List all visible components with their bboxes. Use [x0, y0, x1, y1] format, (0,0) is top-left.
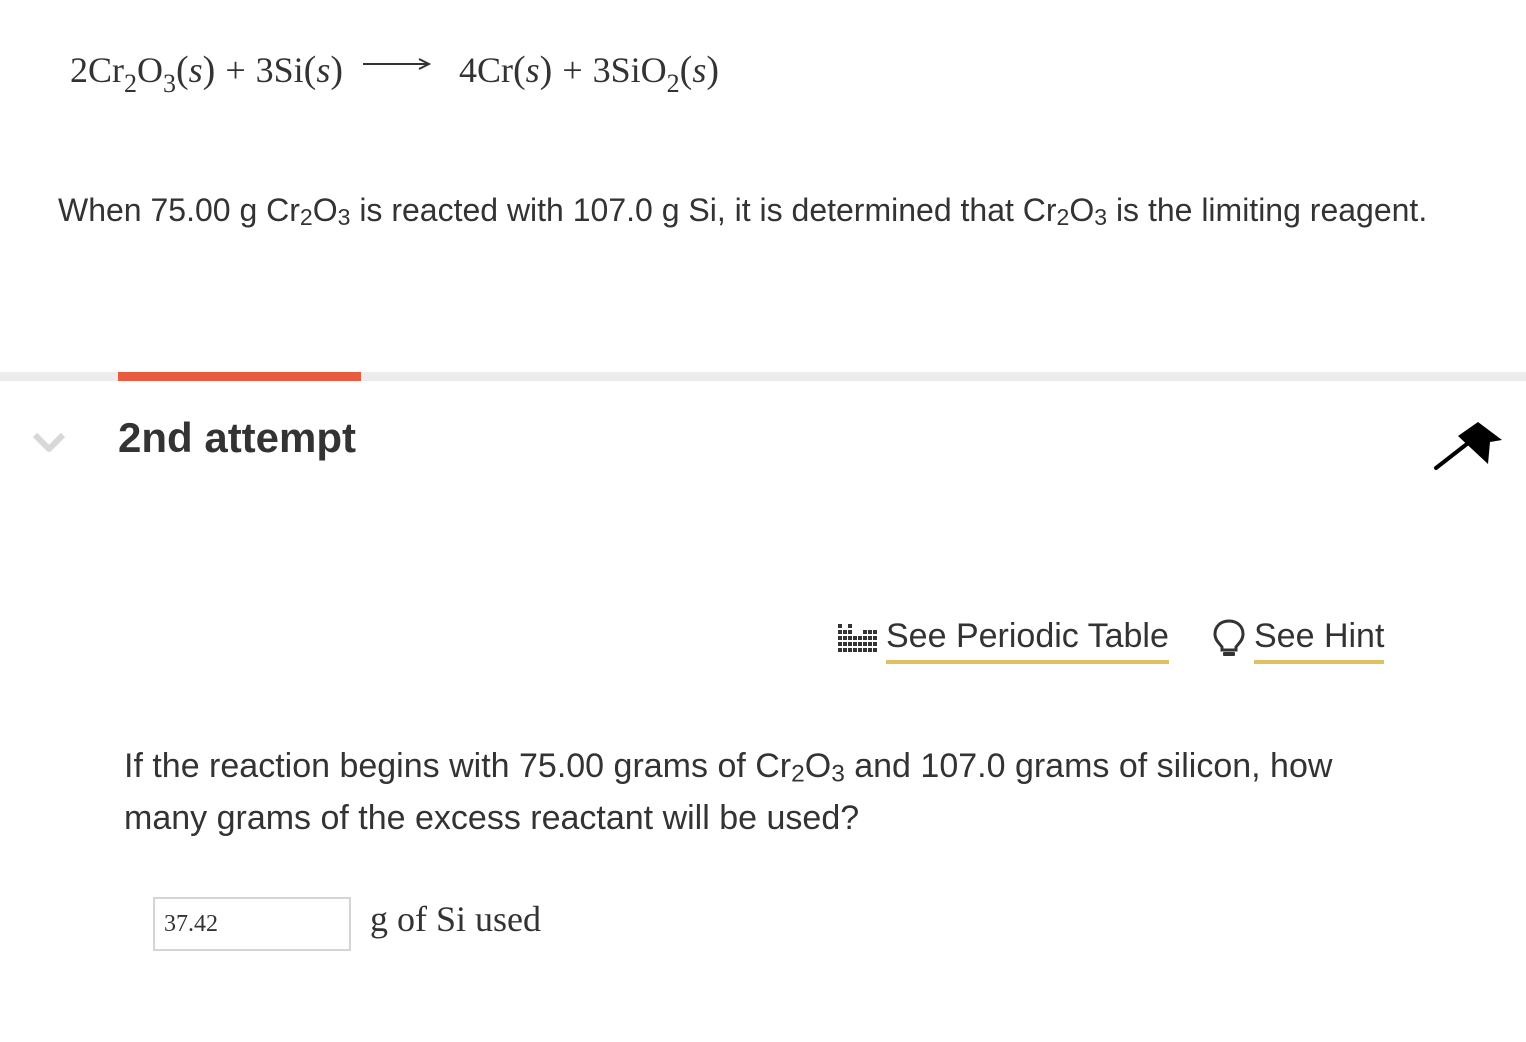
- chevron-down-icon[interactable]: [32, 430, 66, 454]
- answer-input[interactable]: [153, 897, 351, 951]
- see-hint-link[interactable]: See Hint: [1212, 612, 1385, 664]
- eq-plus: +: [225, 50, 246, 90]
- eq-plus: +: [562, 50, 583, 90]
- chemical-equation: 2Cr2O3(s) + 3Si(s) 4Cr(s) + 3SiO2(s): [70, 48, 719, 98]
- question-text: If the reaction begins with 75.00 grams …: [124, 747, 1333, 837]
- see-periodic-table-link[interactable]: See Periodic Table: [838, 612, 1169, 664]
- eq-reactant1: 2Cr2O3(s): [70, 49, 216, 98]
- attempt-progress-accent: [118, 372, 361, 381]
- see-periodic-table-label[interactable]: See Periodic Table: [886, 612, 1169, 664]
- reaction-arrow-icon: [361, 39, 433, 81]
- see-hint-label[interactable]: See Hint: [1254, 612, 1385, 664]
- attempt-title: 2nd attempt: [118, 414, 357, 461]
- eq-product2: 3SiO2(s): [592, 49, 719, 98]
- problem-statement: When 75.00 g Cr2O3 is reacted with 107.0…: [58, 192, 1428, 231]
- eq-product1: 4Cr(s): [459, 49, 553, 91]
- answer-unit-label: g of Si used: [370, 899, 541, 939]
- pin-icon[interactable]: [1432, 418, 1506, 472]
- eq-reactant2: 3Si(s): [255, 49, 343, 91]
- lightbulb-icon: [1212, 618, 1246, 663]
- periodic-table-icon: [838, 618, 878, 659]
